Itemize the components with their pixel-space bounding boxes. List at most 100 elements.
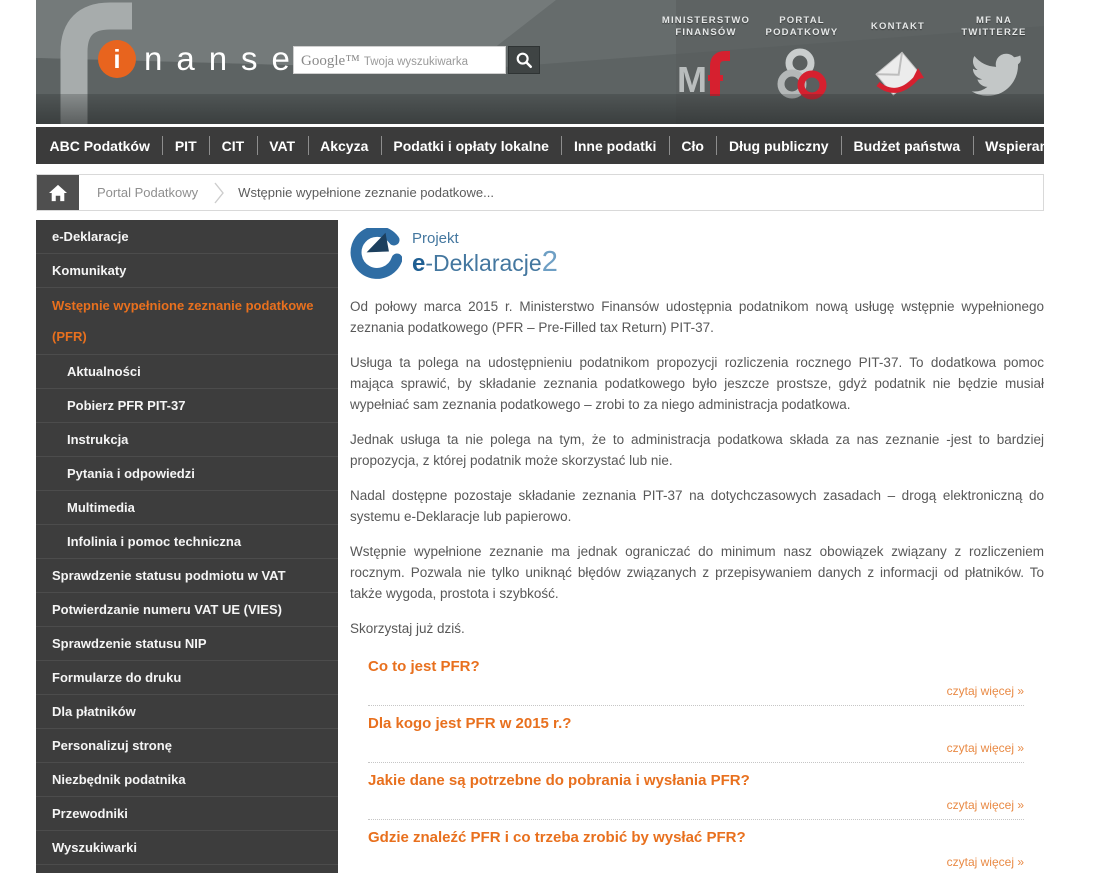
- e-deklaracje-c-arrow-icon: [350, 228, 402, 279]
- quicklink-mf-twitter[interactable]: MF NA TWITTERZE: [946, 14, 1042, 102]
- sidebar-item-label: Wyszukiwarki: [52, 840, 138, 855]
- search-button[interactable]: [508, 46, 540, 74]
- nav-item[interactable]: Dług publiczny: [716, 127, 841, 164]
- sidebar-item[interactable]: Pytania i odpowiedzi: [36, 457, 338, 491]
- search-icon: [516, 52, 533, 69]
- quicklink-label-line2: TWITTERZE: [961, 27, 1027, 38]
- faq-item: Jakie dane są potrzebne do pobrania i wy…: [368, 763, 1024, 820]
- faq-item: Dla kogo jest PFR w 2015 r.? czytaj więc…: [368, 706, 1024, 763]
- quicklink-label-line1: KONTAKT: [870, 21, 926, 32]
- nav-item[interactable]: Wspieranie eksportu: [972, 127, 1115, 164]
- breadcrumb-home-button[interactable]: [37, 175, 79, 210]
- article-paragraphs: Od połowy marca 2015 r. Ministerstwo Fin…: [350, 296, 1044, 639]
- nav-item-label: Wspieranie eksportu: [985, 137, 1115, 154]
- nav-item[interactable]: CIT: [209, 127, 257, 164]
- read-more-link[interactable]: czytaj więcej »: [947, 798, 1024, 812]
- header-reflection-strip: [36, 94, 1044, 124]
- sidebar-item[interactable]: Formularze do druku: [36, 661, 338, 695]
- article-paragraph: Jednak usługa ta nie polega na tym, że t…: [350, 432, 1044, 468]
- sidebar-item[interactable]: Personalizuj stronę: [36, 729, 338, 763]
- article-paragraph: Usługa ta polega na udostępnieniu podatn…: [350, 355, 1044, 412]
- main-content: Projekt e-Deklaracje2 Od połowy marca 20…: [350, 220, 1044, 873]
- nav-item-label: ABC Podatków: [49, 137, 150, 154]
- faq-question-link[interactable]: Jakie dane są potrzebne do pobrania i wy…: [368, 772, 1024, 789]
- sidebar-item[interactable]: Komunikaty: [36, 254, 338, 288]
- faq-item: Gdzie znaleźć PFR i co trzeba zrobić by …: [368, 820, 1024, 873]
- site-logo[interactable]: i nanse: [98, 40, 304, 78]
- logo-i-dot: i: [98, 40, 136, 78]
- nav-item[interactable]: Akcyza: [307, 127, 381, 164]
- read-more-link[interactable]: czytaj więcej »: [947, 741, 1024, 755]
- nav-item-label: Budżet państwa: [853, 137, 961, 154]
- read-more-link[interactable]: czytaj więcej »: [947, 684, 1024, 698]
- sidebar-item[interactable]: Wyszukiwarki: [36, 831, 338, 865]
- nav-item[interactable]: PIT: [162, 127, 209, 164]
- sidebar-item[interactable]: Przewodniki: [36, 797, 338, 831]
- quicklink-portal-podatkowy[interactable]: PORTAL PODATKOWY: [754, 14, 850, 102]
- sidebar-item-label: Potwierdzanie numeru VAT UE (VIES): [52, 602, 282, 617]
- faq-question-link[interactable]: Dla kogo jest PFR w 2015 r.?: [368, 715, 1024, 732]
- sidebar-item-label: Sprawdzenie statusu NIP: [52, 636, 207, 651]
- sidebar-item[interactable]: Infolinia i pomoc techniczna: [36, 525, 338, 559]
- project-logo-version: 2: [541, 246, 558, 278]
- sidebar-item-label: Pytania i odpowiedzi: [67, 466, 195, 481]
- sidebar-item[interactable]: Instrukcja: [36, 423, 338, 457]
- nav-item-label: Cło: [681, 137, 704, 154]
- quicklink-label-line1: PORTAL: [779, 15, 825, 26]
- nav-item[interactable]: Cło: [668, 127, 717, 164]
- article-paragraph: Nadal dostępne pozostaje składanie zezna…: [350, 488, 1044, 524]
- header-quicklinks: MINISTERSTWO FINANSÓW M PORTAL PODATKOWY: [658, 14, 1042, 102]
- article-paragraph: Skorzystaj już dziś.: [350, 621, 465, 636]
- twitter-icon: [971, 53, 1021, 96]
- mf-logo-icon: M: [677, 51, 730, 100]
- nav-item-label: Inne podatki: [573, 137, 657, 154]
- quicklink-label-line2: FINANSÓW: [675, 27, 737, 38]
- nav-item[interactable]: VAT: [256, 127, 308, 164]
- article-paragraph: Od połowy marca 2015 r. Ministerstwo Fin…: [350, 299, 1044, 335]
- faq-question-link[interactable]: Gdzie znaleźć PFR i co trzeba zrobić by …: [368, 829, 1024, 846]
- nav-item[interactable]: Podatki i opłaty lokalne: [380, 127, 562, 164]
- quicklink-kontakt[interactable]: KONTAKT: [850, 14, 946, 102]
- sidebar-item-label: Aktualności: [67, 364, 141, 379]
- nav-item-label: PIT: [174, 137, 197, 154]
- nav-item[interactable]: Budżet państwa: [841, 127, 973, 164]
- sidebar-item[interactable]: Wstępnie wypełnione zeznanie podatkowe (…: [36, 288, 338, 355]
- sidebar-item-label: Infolinia i pomoc techniczna: [67, 534, 242, 549]
- sidebar-item[interactable]: Sprawdzenie statusu podmiotu w VAT: [36, 559, 338, 593]
- sidebar-item[interactable]: Niezbędnik podatnika: [36, 763, 338, 797]
- quicklink-label-line1: MINISTERSTWO: [661, 15, 751, 26]
- breadcrumb-level1[interactable]: Portal Podatkowy: [97, 185, 198, 200]
- sidebar-item-label: Niezbędnik podatnika: [52, 772, 186, 787]
- sidebar-item-label: Formularze do druku: [52, 670, 182, 685]
- sidebar-item[interactable]: Pobierz PFR PIT-37: [36, 389, 338, 423]
- breadcrumb: Portal Podatkowy Wstępnie wypełnione zez…: [36, 174, 1044, 211]
- nav-item-label: CIT: [221, 137, 245, 154]
- quicklink-label-line1: MF NA: [975, 15, 1013, 26]
- sidebar-item[interactable]: Aktualności: [36, 355, 338, 389]
- nav-item-label: Dług publiczny: [728, 137, 829, 154]
- sidebar-item-label: Sprawdzenie statusu podmiotu w VAT: [52, 568, 286, 583]
- search-input[interactable]: [294, 47, 505, 73]
- project-logo-top-label: Projekt: [412, 230, 459, 247]
- nav-item-label: VAT: [269, 137, 296, 154]
- sidebar-item-label: Wstępnie wypełnione zeznanie podatkowe (…: [52, 298, 314, 344]
- sidebar-item[interactable]: Dla płatników: [36, 695, 338, 729]
- breadcrumb-level2: Wstępnie wypełnione zeznanie podatkowe..…: [238, 185, 494, 200]
- nav-item-label: Podatki i opłaty lokalne: [393, 137, 549, 154]
- quicklink-ministerstwo-finansow[interactable]: MINISTERSTWO FINANSÓW M: [658, 14, 754, 102]
- sidebar-item[interactable]: e-Deklaracje: [36, 220, 338, 254]
- sidebar-menu: e-Deklaracje Komunikaty Wstępnie wypełni…: [36, 220, 338, 873]
- sidebar-item[interactable]: Multimedia: [36, 491, 338, 525]
- sidebar-item-label: Pobierz PFR PIT-37: [67, 398, 186, 413]
- nav-item[interactable]: ABC Podatków: [37, 127, 162, 164]
- nav-item[interactable]: Inne podatki: [561, 127, 668, 164]
- chevron-right-icon: [214, 182, 225, 203]
- sidebar-item-label: Dla płatników: [52, 704, 136, 719]
- sidebar-item[interactable]: Sprawdzenie statusu NIP: [36, 627, 338, 661]
- faq-item: Co to jest PFR? czytaj więcej »: [368, 649, 1024, 706]
- quicklink-label-line2: PODATKOWY: [765, 27, 839, 38]
- home-icon: [49, 184, 67, 201]
- faq-question-link[interactable]: Co to jest PFR?: [368, 658, 1024, 675]
- sidebar-item[interactable]: Potwierdzanie numeru VAT UE (VIES): [36, 593, 338, 627]
- read-more-link[interactable]: czytaj więcej »: [947, 855, 1024, 869]
